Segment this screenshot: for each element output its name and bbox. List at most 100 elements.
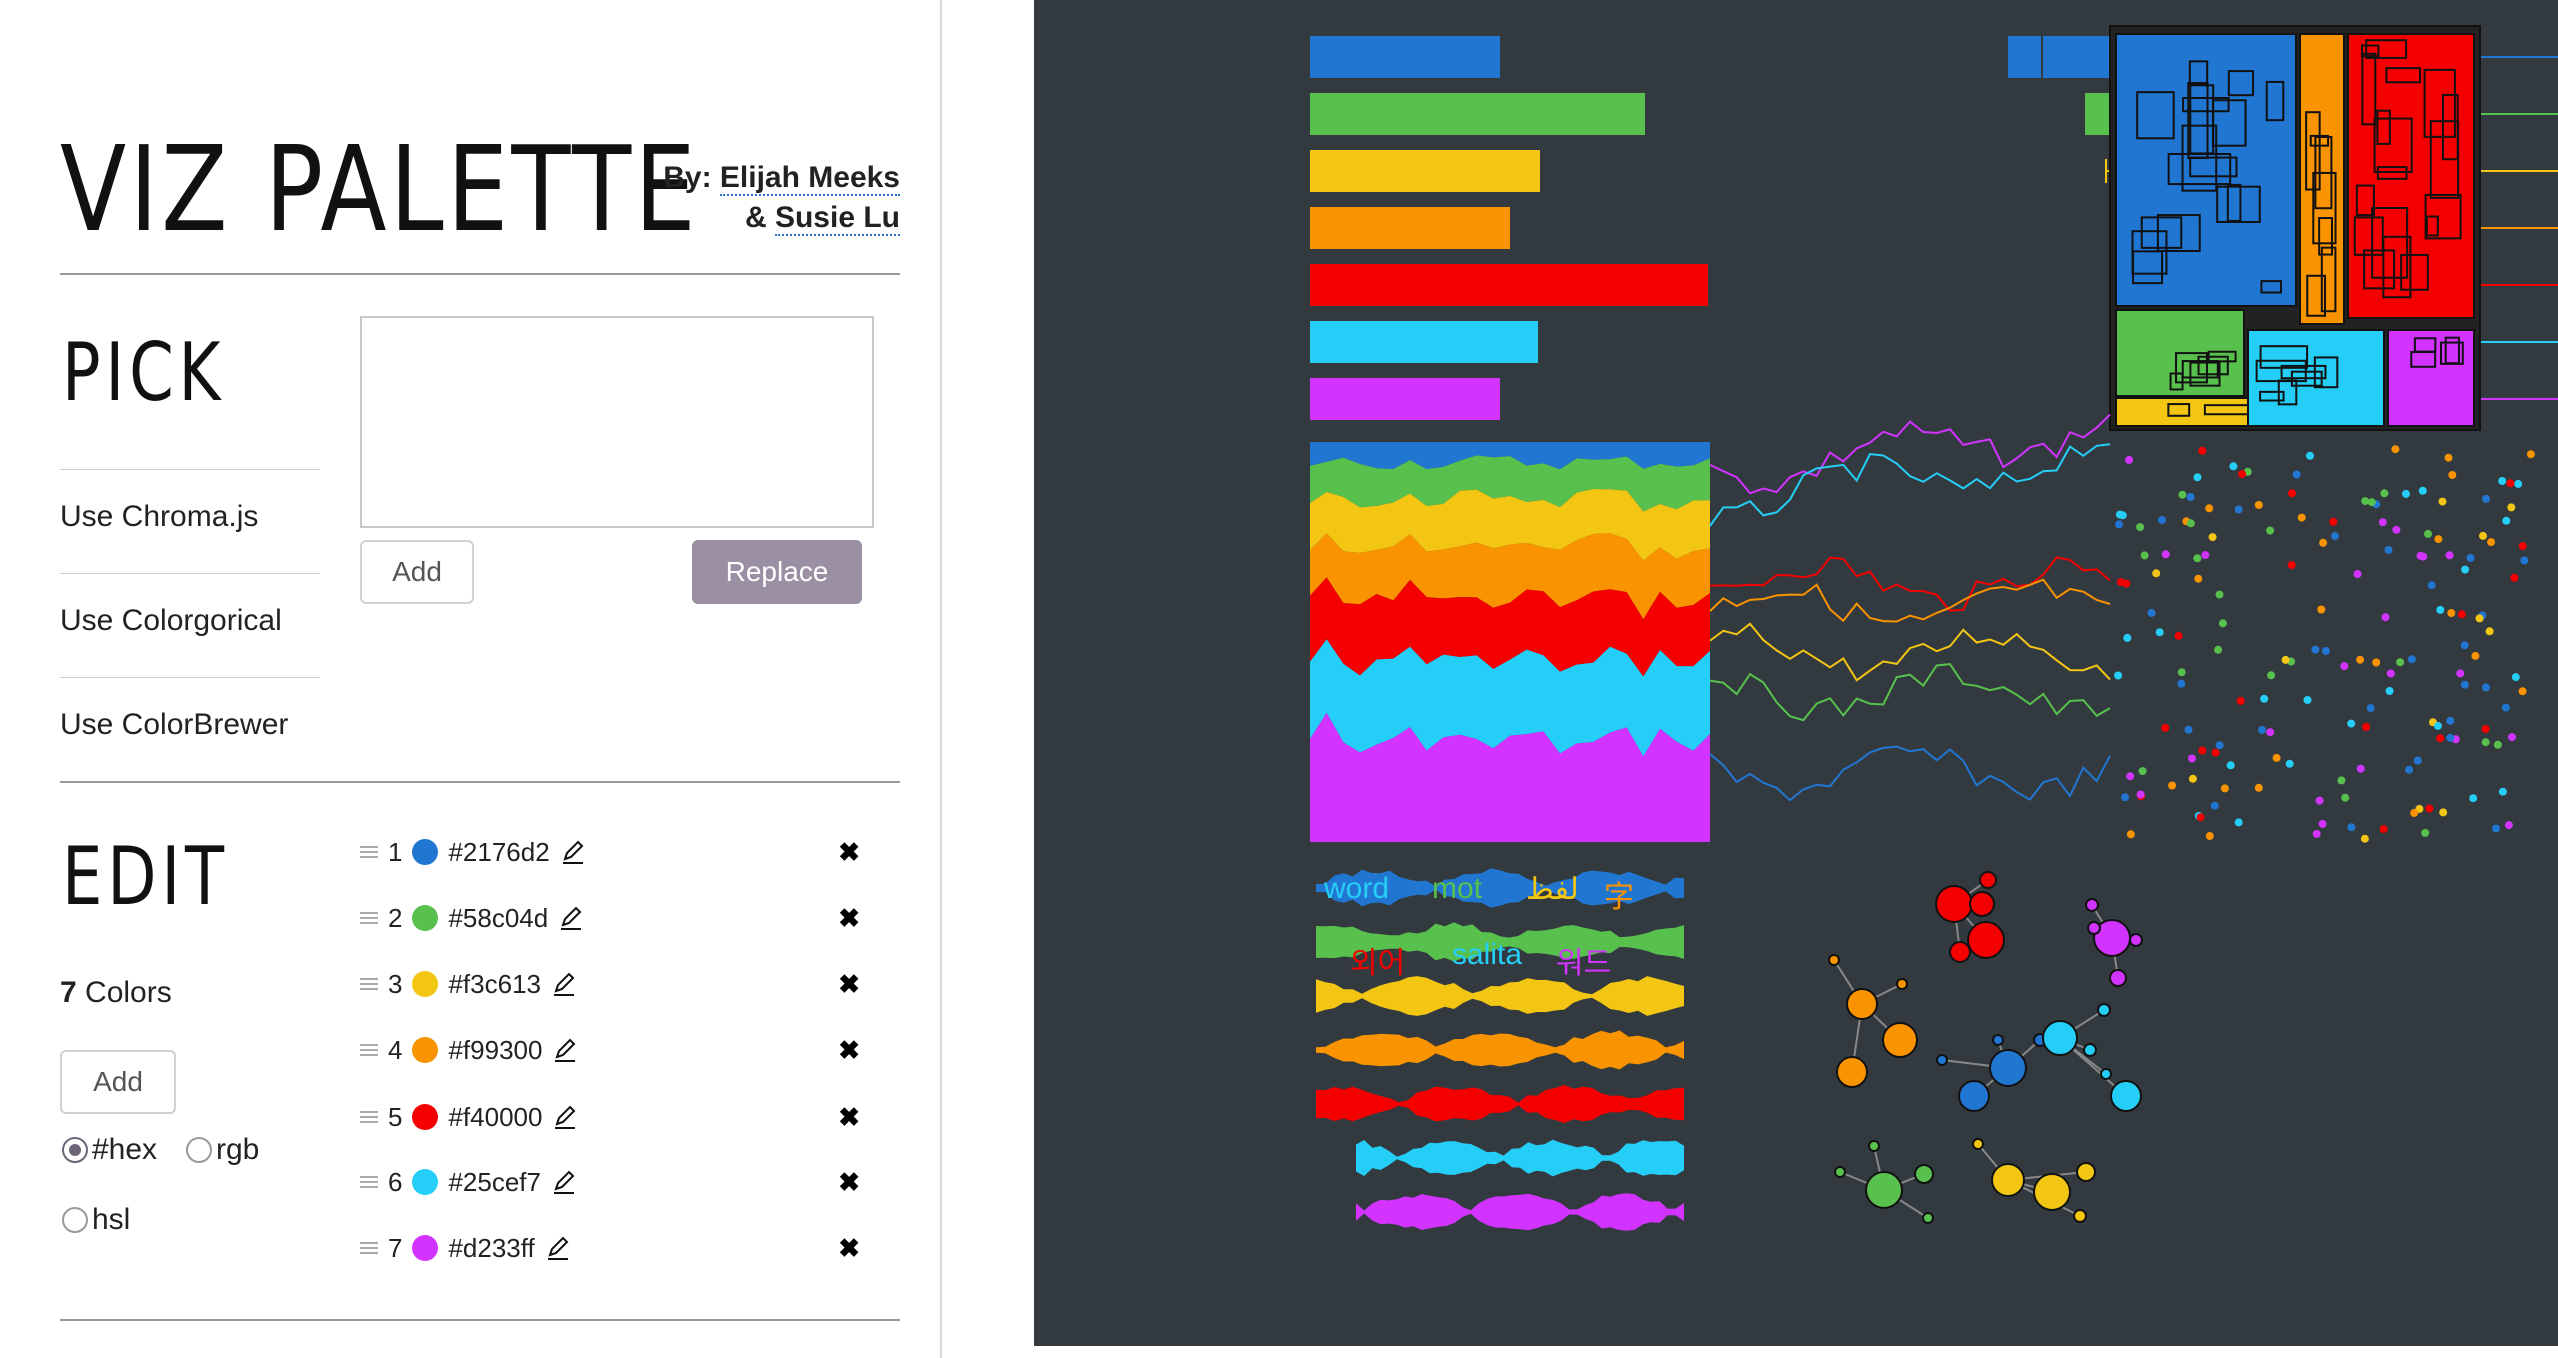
violin-shape [1356,1139,1684,1177]
scatter-point [2380,489,2389,498]
scatter-point [2254,783,2263,792]
scatter-point [2115,510,2124,519]
network-node [1836,1056,1868,1088]
close-icon[interactable]: ✖ [838,1035,860,1066]
scatter-point [2511,673,2520,682]
color-swatch[interactable] [412,1104,439,1130]
color-index: 3 [388,968,403,999]
color-row[interactable]: 1 #2176d2 ✖ [360,832,860,872]
format-hex-option[interactable]: #hex [62,1133,157,1167]
pencil-icon[interactable] [560,839,586,865]
close-icon[interactable]: ✖ [838,903,860,934]
close-icon[interactable]: ✖ [838,1167,860,1198]
color-hex-value: #58c04d [448,902,549,933]
color-row[interactable]: 7 #d233ff ✖ [360,1228,860,1268]
radio-hex[interactable] [62,1137,88,1163]
scatter-point [2188,774,2197,783]
format-rgb-label: rgb [216,1133,260,1166]
drag-handle-icon[interactable] [360,911,378,925]
byline-prefix: By: [663,161,712,194]
byline: By: Elijah Meeks & Susie Lu [560,158,900,238]
scatter-point [2469,794,2478,803]
pick-separator [60,677,320,678]
color-swatch[interactable] [412,905,439,931]
close-icon[interactable]: ✖ [838,837,860,868]
color-swatch[interactable] [412,1235,439,1261]
author-link-susie[interactable]: Susie Lu [774,201,900,236]
use-colorgorical-link[interactable]: Use Colorgorical [60,604,282,638]
scatter-point [2220,784,2229,793]
scatter-point [2254,501,2263,509]
scatter-point [2378,518,2387,527]
pencil-icon[interactable] [552,1037,578,1063]
scatter-point [2416,551,2425,560]
scatter-point [2479,531,2487,540]
format-hsl-option[interactable]: hsl [62,1203,130,1237]
color-hex-value: #d233ff [448,1232,535,1263]
scatter-point [2177,668,2186,677]
color-row[interactable]: 2 #58c04d ✖ [360,898,860,938]
drag-handle-icon[interactable] [360,1175,378,1189]
network-node [1834,1166,1846,1178]
scatter-point [2188,754,2196,763]
scatter-point [2386,669,2395,678]
color-row[interactable]: 4 #f99300 ✖ [360,1030,860,1070]
palette-input-textarea[interactable] [360,316,874,528]
color-row[interactable]: 6 #25cef7 ✖ [360,1162,860,1202]
radio-hsl[interactable] [62,1207,88,1233]
drag-handle-icon[interactable] [360,977,378,991]
pencil-icon[interactable] [551,1169,577,1195]
drag-handle-icon[interactable] [360,1241,378,1255]
scatter-point [2340,662,2349,671]
use-colorbrewer-link[interactable]: Use ColorBrewer [60,708,288,742]
pencil-icon[interactable] [551,971,577,997]
color-swatch[interactable] [412,839,439,865]
scatter-point [2126,772,2135,781]
scatter-point [2427,581,2436,590]
close-icon[interactable]: ✖ [838,1233,860,1264]
color-row[interactable]: 5 #f40000 ✖ [360,1097,860,1137]
scatter-point [2361,497,2370,506]
pick-add-button[interactable]: Add [360,540,474,604]
word-sample: 字 [1604,881,1634,914]
scatter-point [2303,696,2312,704]
scatter-point [2214,645,2223,654]
line-series [1709,663,2111,722]
author-link-elijah[interactable]: Elijah Meeks [719,161,900,196]
color-swatch[interactable] [412,971,439,997]
drag-handle-icon[interactable] [360,845,378,859]
scatter-point [2508,733,2516,742]
scatter-point [2287,561,2296,570]
word-sample: 워드 [1556,947,1612,980]
color-swatch[interactable] [412,1037,439,1063]
pencil-icon[interactable] [558,905,584,931]
close-icon[interactable]: ✖ [838,1102,860,1133]
scatter-point [2208,533,2217,542]
scatter-point [2402,489,2410,498]
scatter-point [2475,614,2484,623]
scatter-point [2356,764,2365,773]
network-node [1882,1022,1918,1058]
scatter-point [2504,821,2513,830]
format-rgb-option[interactable]: rgb [186,1133,259,1167]
pencil-icon[interactable] [552,1104,578,1130]
color-hex-value: #f3c613 [448,968,541,999]
network-node [2129,933,2143,947]
radio-rgb[interactable] [186,1137,212,1163]
close-icon[interactable]: ✖ [838,969,860,1000]
scatter-point [2186,519,2195,528]
color-swatch[interactable] [412,1169,439,1195]
pencil-icon[interactable] [545,1235,571,1261]
drag-handle-icon[interactable] [360,1043,378,1057]
drag-handle-icon[interactable] [360,1110,378,1124]
scatter-point [2436,605,2445,614]
treemap-cell [2115,33,2297,307]
scatter-point [2161,723,2170,732]
color-row[interactable]: 3 #f3c613 ✖ [360,964,860,1004]
edit-add-button[interactable]: Add [60,1050,176,1114]
replace-button[interactable]: Replace [692,540,862,604]
preview-bar [1310,207,1510,249]
color-index: 1 [388,836,403,867]
use-chroma-link[interactable]: Use Chroma.js [60,500,258,534]
color-hex-value: #f40000 [448,1101,543,1132]
